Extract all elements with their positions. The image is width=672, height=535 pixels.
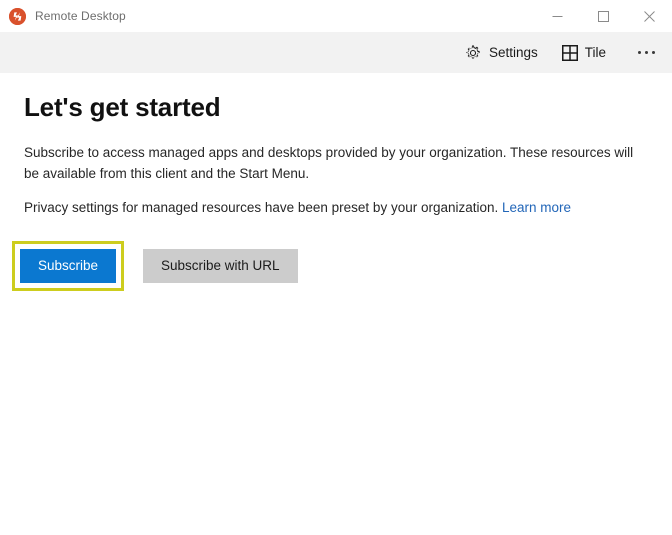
ellipsis-icon [644, 51, 648, 54]
maximize-button[interactable] [580, 0, 626, 32]
minimize-button[interactable] [534, 0, 580, 32]
privacy-text: Privacy settings for managed resources h… [24, 200, 503, 216]
subscribe-with-url-button[interactable]: Subscribe with URL [143, 249, 298, 284]
window-controls [534, 0, 672, 32]
toolbar: Settings Tile [0, 32, 672, 73]
tile-button[interactable]: Tile [550, 37, 618, 69]
subscribe-button[interactable]: Subscribe [20, 249, 116, 284]
more-options-button[interactable] [626, 37, 666, 69]
privacy-paragraph: Privacy settings for managed resources h… [24, 197, 646, 219]
intro-paragraph: Subscribe to access managed apps and des… [24, 144, 634, 182]
settings-button[interactable]: Settings [452, 37, 550, 69]
main-content: Let's get started Subscribe to access ma… [0, 73, 672, 535]
grid-icon [561, 44, 578, 61]
title-bar: Remote Desktop [0, 0, 672, 32]
window-title: Remote Desktop [35, 9, 126, 23]
remote-desktop-icon [9, 7, 26, 25]
gear-icon [464, 44, 482, 62]
minimize-icon [552, 15, 562, 17]
page-title: Let's get started [24, 92, 221, 122]
close-button[interactable] [626, 0, 672, 32]
settings-label: Settings [488, 45, 538, 60]
ellipsis-icon [651, 51, 655, 54]
remote-desktop-window: Remote Desktop Settings Tile Let's get s… [0, 0, 672, 535]
ellipsis-icon [637, 51, 641, 54]
tile-label: Tile [584, 45, 606, 60]
learn-more-link[interactable]: Learn more [502, 200, 571, 215]
subscribe-highlight-annotation: Subscribe [12, 241, 124, 292]
title-bar-left: Remote Desktop [0, 7, 126, 25]
close-icon [643, 10, 655, 22]
button-row: Subscribe Subscribe with URL [12, 241, 648, 292]
maximize-icon [597, 10, 609, 22]
